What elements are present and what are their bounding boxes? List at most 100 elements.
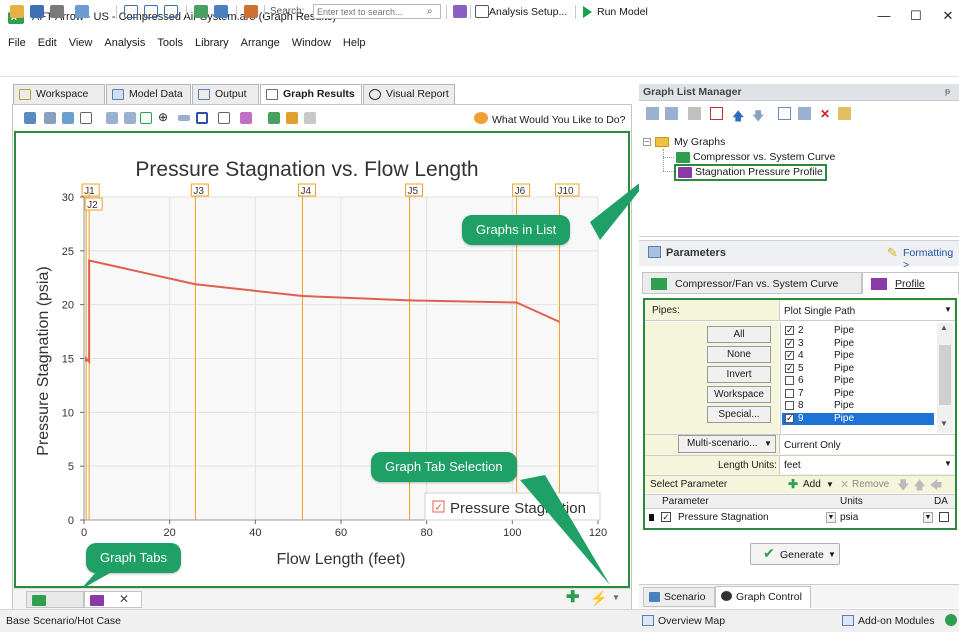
pipe-number: 6 (798, 375, 804, 386)
row-marker-icon (649, 514, 654, 521)
tab-graph-control[interactable]: Graph Control (715, 586, 811, 608)
pipe-type: Pipe (834, 337, 855, 349)
chevron-down-icon[interactable]: ▼ (826, 480, 834, 489)
pin-icon[interactable]: ᵽ (945, 86, 950, 96)
generate-label[interactable]: Generate (780, 549, 824, 561)
pipe-checkbox[interactable] (785, 388, 794, 398)
delete-icon[interactable]: ✕ (820, 107, 833, 121)
pipe-checkbox[interactable] (785, 401, 794, 410)
graph-options-icon[interactable] (838, 107, 851, 120)
add-icon[interactable]: ✚ (788, 477, 798, 491)
pipe-list-item[interactable]: 8 Pipe (782, 400, 934, 412)
parameters-icon (648, 246, 661, 258)
pipe-type: Pipe (834, 350, 855, 361)
pipe-checkbox[interactable] (785, 376, 794, 385)
tree-root-label[interactable]: My Graphs (674, 136, 725, 148)
duplicate-icon[interactable] (798, 107, 811, 120)
rename-icon[interactable] (778, 107, 791, 120)
tab-scenario[interactable]: Scenario (643, 587, 715, 607)
none-button[interactable]: None (707, 346, 771, 363)
pipe-checkbox[interactable]: ✓ (785, 413, 794, 423)
new-folder-icon[interactable] (665, 107, 678, 120)
formatting-link[interactable]: Formatting > (903, 247, 959, 271)
workspace-button[interactable]: Workspace (707, 386, 771, 403)
pipe-number: 3 (798, 337, 804, 349)
checkmark-icon: ✔ (763, 545, 775, 561)
chevron-down-icon[interactable]: ▼ (826, 512, 836, 523)
add-graph-icon[interactable]: ✚ (566, 590, 580, 606)
pipe-list-item[interactable]: 6 Pipe (782, 375, 934, 387)
scroll-down-icon[interactable]: ▼ (940, 419, 948, 428)
pipe-list-item[interactable]: ✓ 2 Pipe (782, 325, 934, 337)
length-units-select[interactable] (779, 456, 954, 474)
lightning-icon[interactable]: ⚡ (590, 590, 607, 607)
pipe-number: 9 (798, 412, 804, 424)
move-down-icon[interactable]: 🡇 (752, 107, 765, 123)
chevron-down-icon[interactable]: ▼ (944, 459, 952, 468)
tree-icon[interactable] (688, 107, 701, 120)
graph-icon (651, 278, 667, 290)
pipe-type: Pipe (834, 362, 855, 374)
graph-list-item[interactable]: Compressor vs. System Curve (676, 151, 835, 163)
map-icon[interactable] (642, 615, 654, 626)
pipe-list-item[interactable]: ✓ 9 Pipe (782, 412, 934, 425)
pipe-type: Pipe (834, 412, 855, 424)
graph-icon (678, 166, 692, 178)
collapse-icon[interactable]: − (643, 138, 651, 146)
status-indicator-icon (945, 614, 957, 626)
tab-label: Graph Control (736, 591, 802, 603)
graph-tab-profile[interactable]: ✕ (84, 591, 142, 608)
parameters-title: Parameters (666, 247, 726, 259)
status-scenario: Base Scenario/Hot Case (6, 615, 121, 627)
new-graph-icon[interactable] (646, 107, 659, 120)
chevron-down-icon[interactable]: ▼ (923, 512, 933, 523)
remove-button[interactable]: Remove (852, 479, 889, 490)
modules-icon[interactable] (842, 615, 854, 626)
special-button[interactable]: Special... (707, 406, 771, 423)
pipe-type: Pipe (834, 400, 855, 411)
move-up-icon[interactable]: 🡅 (732, 107, 745, 123)
pipe-number: 4 (798, 350, 804, 361)
scenario-icon (649, 592, 660, 602)
pipes-select-value: Plot Single Path (784, 306, 856, 317)
graph-tabs-strip: ✕ (13, 588, 631, 609)
pipe-number: 7 (798, 387, 804, 399)
all-button[interactable]: All (707, 326, 771, 343)
graph-list-item-selected[interactable]: Stagnation Pressure Profile (674, 164, 827, 182)
graph-tab-compressor[interactable] (26, 591, 84, 608)
pipe-list-item[interactable]: 7 Pipe (782, 388, 934, 400)
parameter-checkbox[interactable]: ✓ (661, 512, 671, 522)
chevron-down-icon[interactable]: ▼ (828, 550, 836, 559)
tab-label: Profile (895, 278, 925, 290)
pipe-checkbox[interactable]: ✓ (785, 326, 794, 335)
overview-map-button[interactable]: Overview Map (658, 615, 725, 627)
select-parameter-label: Select Parameter (650, 479, 728, 490)
pipe-list-item[interactable]: ✓ 3 Pipe (782, 338, 934, 350)
invert-button[interactable]: Invert (707, 366, 771, 383)
folder-icon (655, 137, 669, 147)
pipe-type: Pipe (834, 325, 855, 336)
pipe-checkbox[interactable]: ✓ (785, 363, 794, 373)
parameter-units[interactable]: psia (840, 512, 858, 523)
add-button[interactable]: Add (803, 479, 821, 490)
pipe-list-item[interactable]: ✓ 5 Pipe (782, 363, 934, 375)
pipe-checkbox[interactable]: ✓ (785, 338, 794, 348)
length-units-label: Length Units: (718, 460, 777, 471)
chevron-down-icon[interactable]: ▼ (612, 593, 620, 602)
scroll-up-icon[interactable]: ▲ (940, 323, 948, 332)
tab-compressor-fan[interactable]: Compressor/Fan vs. System Curve (642, 272, 862, 294)
da-checkbox[interactable] (939, 512, 949, 522)
scrollbar-thumb[interactable] (939, 345, 951, 405)
column-header-units: Units (840, 496, 863, 507)
close-tab-icon[interactable]: ✕ (119, 592, 129, 607)
graph-delete-icon[interactable] (710, 107, 723, 120)
pipe-number: 5 (798, 362, 804, 374)
multi-scenario-button[interactable]: Multi-scenario... ▼ (678, 435, 776, 453)
tab-profile[interactable]: Profile (862, 272, 959, 294)
addon-modules-button[interactable]: Add-on Modules (858, 615, 934, 627)
pipe-checkbox[interactable]: ✓ (785, 351, 794, 360)
pipe-list-item[interactable]: ✓ 4 Pipe (782, 350, 934, 362)
chevron-down-icon[interactable]: ▼ (944, 305, 952, 314)
parameter-name[interactable]: Pressure Stagnation (678, 512, 769, 523)
formatting-icon[interactable]: ✎ (887, 245, 898, 261)
